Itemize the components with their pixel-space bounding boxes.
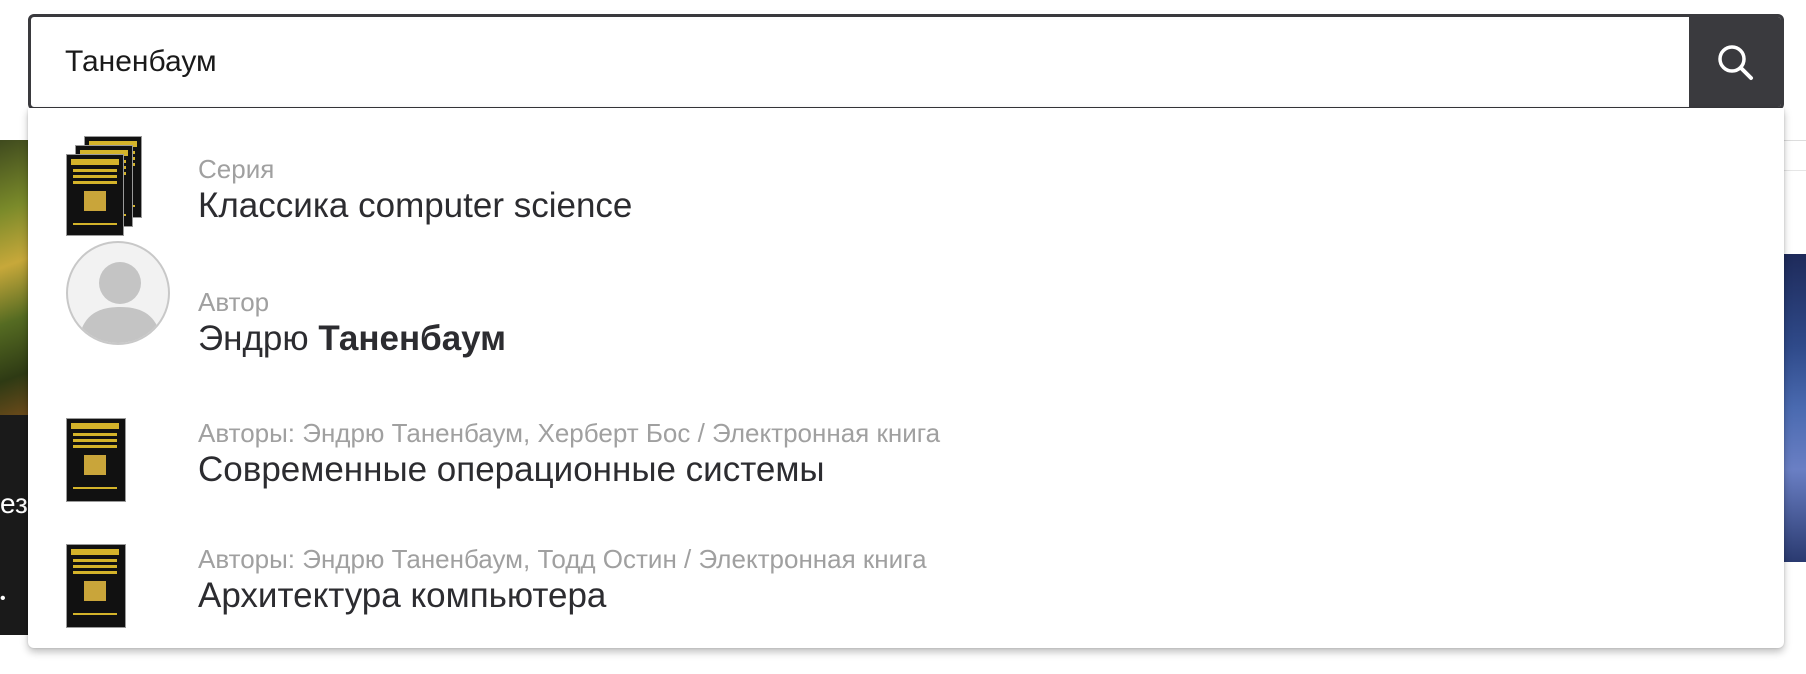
background-cover-art-left [0,140,28,415]
search-button[interactable] [1689,17,1781,107]
background-divider [1782,140,1806,141]
background-cover-art-right [1782,254,1806,562]
book-cover-thumbnail [66,418,126,502]
background-card-bullet: • [0,590,6,607]
book-cover-thumbnail [66,544,126,628]
search-bar [28,14,1784,110]
suggestion-title: Классика computer science [198,186,633,225]
search-suggestions-dropdown: Серия Классика computer science Автор Эн… [28,108,1784,648]
suggestion-type-label: Серия [198,154,275,184]
suggestion-title: Эндрю Таненбаум [198,319,506,359]
background-divider [1782,170,1806,171]
search-icon [1718,45,1753,80]
author-last-name-highlight: Таненбаум [318,319,507,358]
suggestion-book[interactable]: Авторы: Эндрю Таненбаум, Тодд Остин / Эл… [28,498,1784,628]
book-stack-thumbnail [66,136,146,236]
suggestion-book[interactable]: Авторы: Эндрю Таненбаум, Херберт Бос / Э… [28,372,1784,502]
page: ез • Серия Классика computer science [0,0,1806,674]
search-input[interactable] [31,17,1689,107]
suggestion-title: Современные операционные системы [198,450,825,489]
suggestion-authors-label: Авторы: Эндрю Таненбаум, Херберт Бос / Э… [198,418,941,448]
suggestion-authors-label: Авторы: Эндрю Таненбаум, Тодд Остин / Эл… [198,544,927,574]
suggestion-type-label: Автор [198,287,270,317]
suggestion-series[interactable]: Серия Классика computer science [28,108,1784,238]
background-card-text: ез [0,488,28,519]
author-first-name: Эндрю [198,319,319,358]
user-avatar-icon [66,241,170,345]
suggestion-author[interactable]: Автор Эндрю Таненбаум [28,241,1784,371]
suggestion-title: Архитектура компьютера [198,576,607,615]
